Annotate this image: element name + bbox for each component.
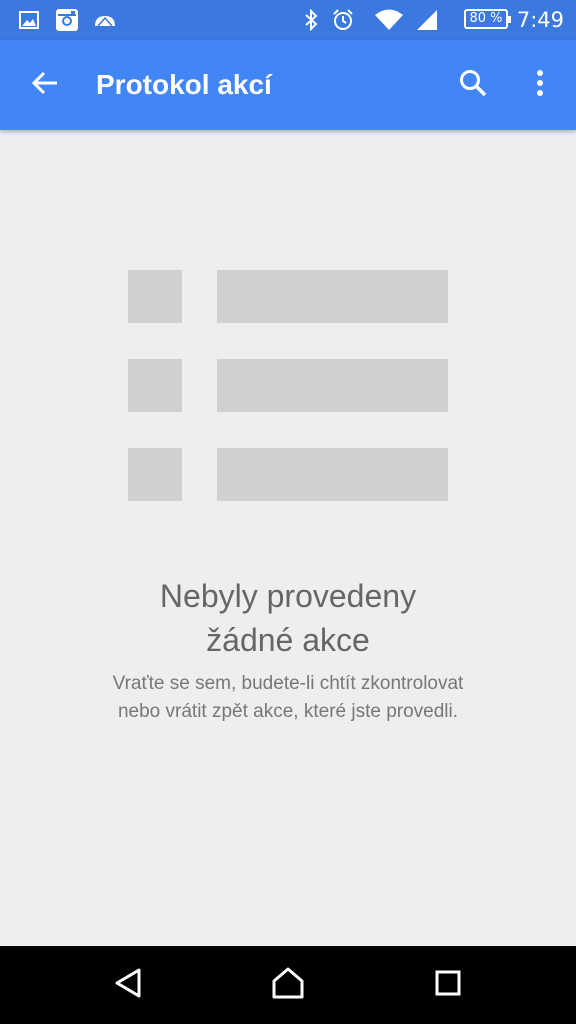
empty-state-subtitle: Vraťte se sem, budete-li chtít zkontrolo… bbox=[40, 670, 536, 726]
empty-state-subtitle-line: nebo vrátit zpět akce, které jste proved… bbox=[117, 701, 459, 722]
empty-state-title: Nebyly provedeny žádné akce bbox=[0, 574, 576, 662]
placeholder-bar bbox=[217, 270, 448, 323]
placeholder-square bbox=[128, 270, 182, 323]
cloud-icon bbox=[92, 0, 118, 40]
back-triangle-icon bbox=[113, 967, 143, 1003]
alarm-icon bbox=[330, 0, 356, 40]
nav-home-button[interactable] bbox=[240, 946, 336, 1024]
nav-back-button[interactable] bbox=[80, 946, 176, 1024]
placeholder-square bbox=[128, 359, 182, 412]
empty-state-title-line: žádné akce bbox=[206, 622, 370, 658]
app-bar: Protokol akcí bbox=[0, 40, 576, 130]
page-title: Protokol akcí bbox=[96, 69, 272, 100]
back-button[interactable] bbox=[15, 40, 75, 130]
instagram-icon bbox=[54, 0, 80, 40]
search-button[interactable] bbox=[443, 40, 503, 130]
empty-state-title-line: Nebyly provedeny bbox=[159, 578, 417, 614]
arrow-back-icon bbox=[31, 69, 59, 101]
home-icon bbox=[271, 967, 305, 1003]
placeholder-bar bbox=[217, 448, 448, 501]
status-time: 7:49 bbox=[516, 8, 564, 32]
more-options-button[interactable] bbox=[510, 40, 570, 130]
nav-recents-button[interactable] bbox=[400, 946, 496, 1024]
wifi-icon bbox=[372, 0, 406, 40]
more-vert-icon bbox=[536, 69, 544, 101]
bluetooth-icon bbox=[300, 0, 322, 40]
recents-icon bbox=[434, 969, 462, 1001]
placeholder-square bbox=[128, 448, 182, 501]
search-icon bbox=[458, 68, 488, 102]
empty-state-subtitle-line: Vraťte se sem, budete-li chtít zkontrolo… bbox=[112, 673, 464, 694]
navigation-bar bbox=[0, 946, 576, 1024]
signal-icon bbox=[414, 0, 440, 40]
gallery-icon bbox=[18, 0, 40, 40]
status-bar: 80 % 7:49 bbox=[0, 0, 576, 40]
battery-icon: 80 % bbox=[464, 9, 511, 29]
placeholder-bar bbox=[217, 359, 448, 412]
